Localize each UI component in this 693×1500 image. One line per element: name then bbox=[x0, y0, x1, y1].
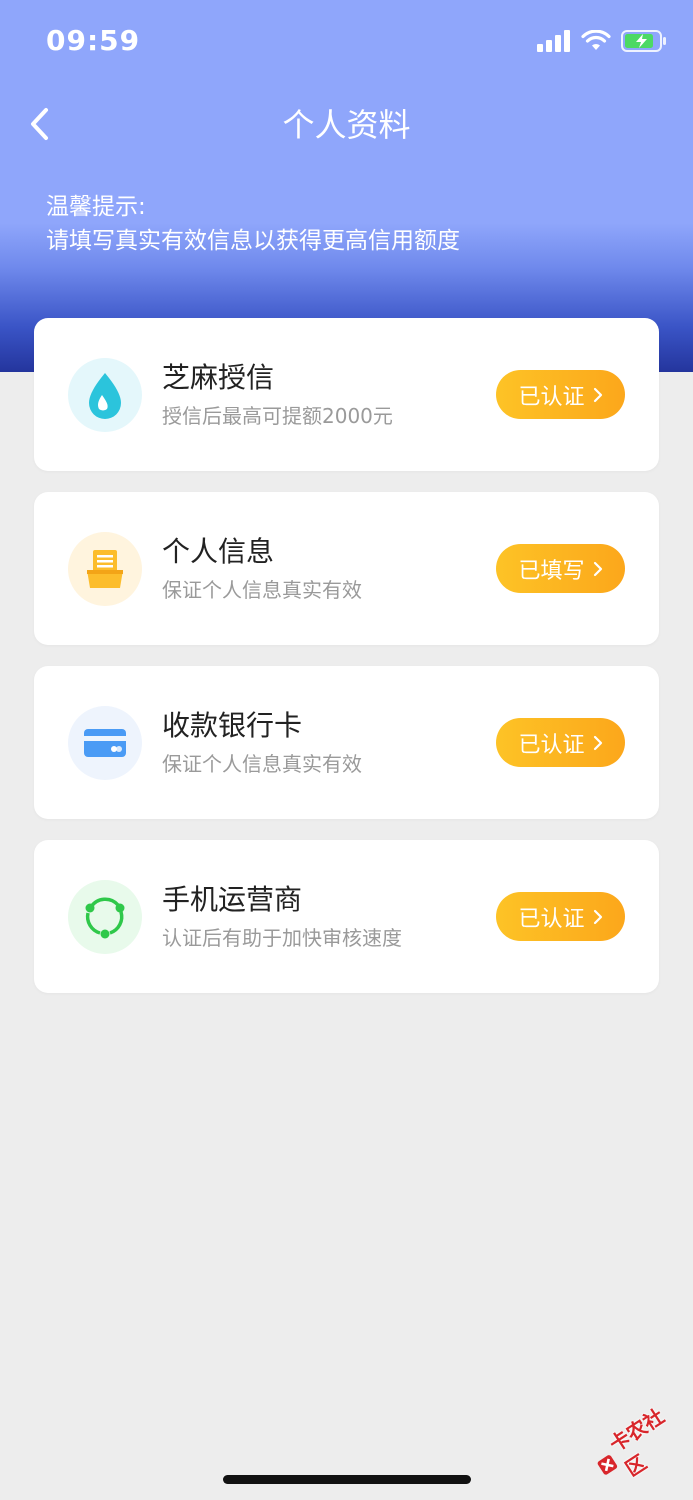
status-bar: 09:59 bbox=[0, 0, 693, 84]
status-button-label: 已认证 bbox=[518, 906, 585, 932]
chevron-right-icon bbox=[593, 909, 602, 924]
bank-card-icon bbox=[68, 706, 142, 780]
tip-heading: 温馨提示: bbox=[46, 194, 146, 220]
status-button[interactable]: 已填写 bbox=[496, 544, 625, 593]
card-title: 个人信息 bbox=[162, 535, 275, 568]
card-title: 收款银行卡 bbox=[162, 709, 303, 742]
status-button-label: 已认证 bbox=[518, 732, 585, 758]
status-button[interactable]: 已认证 bbox=[496, 370, 625, 419]
card-subtitle: 认证后有助于加快审核速度 bbox=[162, 926, 402, 950]
status-button-label: 已认证 bbox=[518, 384, 585, 410]
carrier-cycle-icon bbox=[68, 880, 142, 954]
nav-bar: 个人资料 bbox=[0, 88, 693, 156]
card-sesame-credit[interactable]: 芝麻授信 授信后最高可提额2000元 已认证 bbox=[34, 318, 659, 471]
status-button-label: 已填写 bbox=[518, 558, 585, 584]
home-indicator[interactable] bbox=[223, 1475, 471, 1484]
status-icons bbox=[537, 30, 667, 52]
wifi-icon bbox=[581, 30, 611, 50]
card-subtitle: 保证个人信息真实有效 bbox=[162, 752, 362, 776]
signal-icon bbox=[537, 30, 570, 52]
header-background: 09:59 个人资料 温馨提示: 请填写真实有效信息以获得更高信用额度 bbox=[0, 0, 693, 372]
card-title: 芝麻授信 bbox=[162, 361, 275, 394]
status-button[interactable]: 已认证 bbox=[496, 892, 625, 941]
page-title: 个人资料 bbox=[282, 106, 411, 144]
card-title: 手机运营商 bbox=[162, 883, 303, 916]
card-subtitle: 授信后最高可提额2000元 bbox=[162, 404, 393, 428]
card-personal-info[interactable]: 个人信息 保证个人信息真实有效 已填写 bbox=[34, 492, 659, 645]
battery-icon bbox=[621, 30, 666, 52]
card-mobile-carrier[interactable]: 手机运营商 认证后有助于加快审核速度 已认证 bbox=[34, 840, 659, 993]
watermark-logo: 卡农社区 bbox=[581, 1392, 693, 1497]
card-subtitle: 保证个人信息真实有效 bbox=[162, 578, 362, 602]
status-time: 09:59 bbox=[46, 24, 141, 57]
sesame-drop-icon bbox=[68, 358, 142, 432]
chevron-right-icon bbox=[593, 735, 602, 750]
chevron-right-icon bbox=[593, 561, 602, 576]
tip-body: 请填写真实有效信息以获得更高信用额度 bbox=[46, 228, 460, 254]
status-button[interactable]: 已认证 bbox=[496, 718, 625, 767]
tip-text: 温馨提示: 请填写真实有效信息以获得更高信用额度 bbox=[46, 190, 460, 258]
chevron-right-icon bbox=[593, 387, 602, 402]
card-bank-card[interactable]: 收款银行卡 保证个人信息真实有效 已认证 bbox=[34, 666, 659, 819]
id-box-icon bbox=[68, 532, 142, 606]
verification-list: 芝麻授信 授信后最高可提额2000元 已认证 个人信息 保证个人信息真实有效 已… bbox=[34, 318, 659, 1014]
